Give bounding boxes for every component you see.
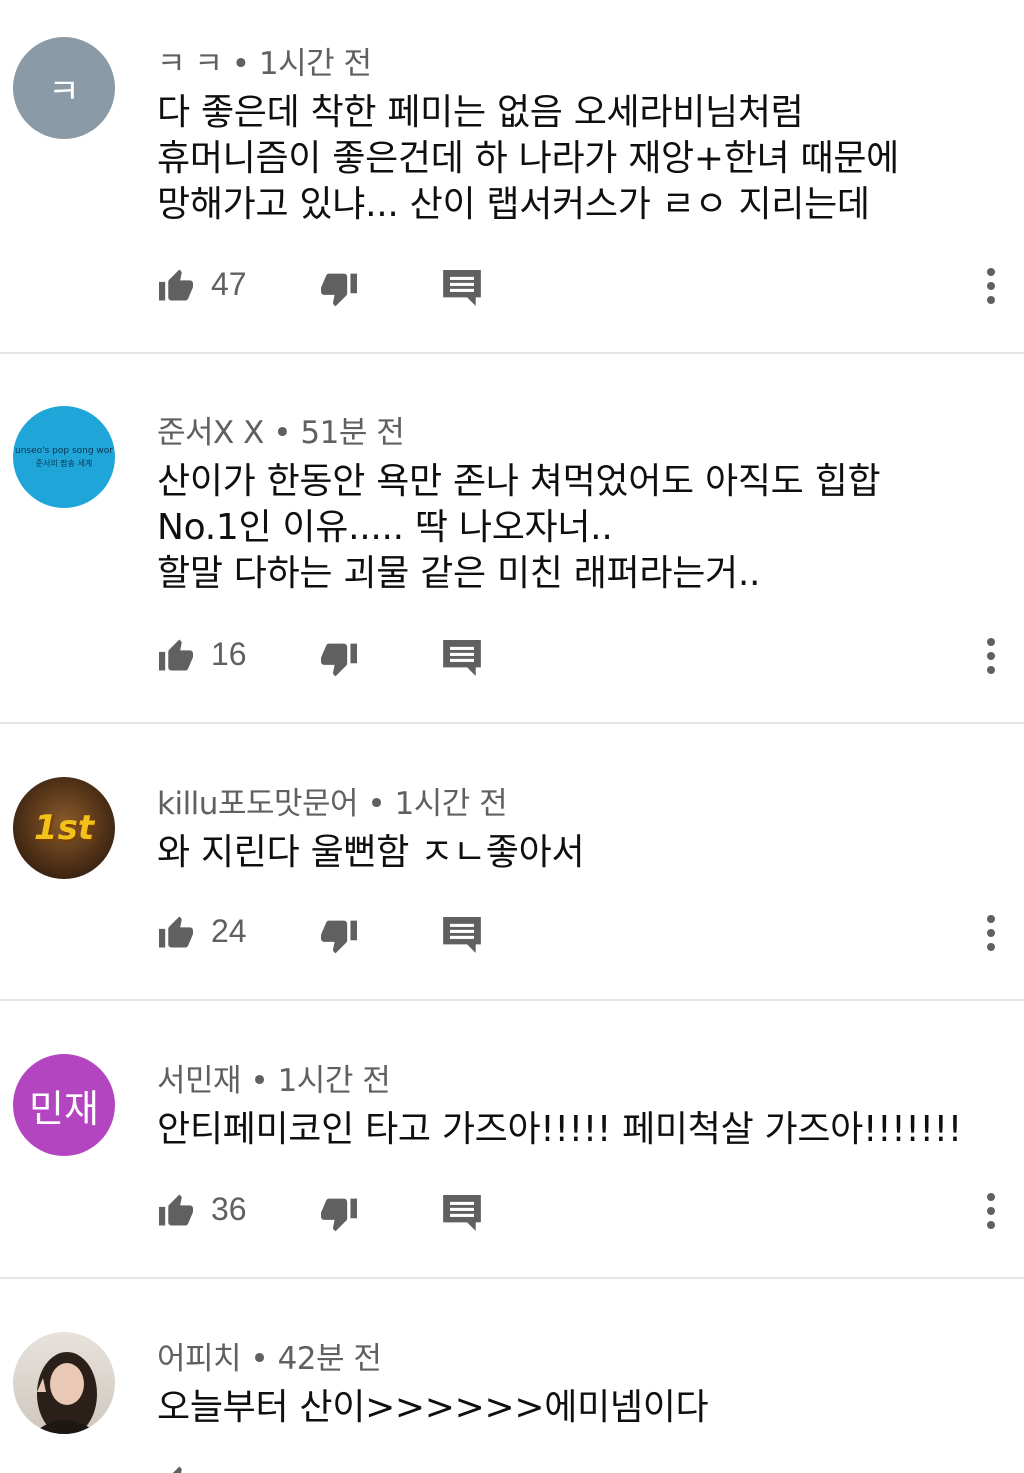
like-count: 47 [211,266,247,302]
profile-photo-icon [33,1352,99,1434]
comment-text: 산이가 한동안 욕만 존나 쳐먹었어도 아직도 힙합 No.1인 이유.....… [157,461,881,594]
comment-meta: 서민재 • 1시간 전 [157,1055,391,1100]
timestamp[interactable]: 42분 전 [278,1341,382,1377]
comment-text: 오늘부터 산이>>>>>>에미넴이다 [157,1387,709,1428]
comment-item: 어피치 • 42분 전 오늘부터 산이>>>>>>에미넴이다 [0,1279,1024,1473]
like-button[interactable]: 16 [157,636,247,673]
comment-actions: 36 [157,1191,996,1239]
comment-meta: 어피치 • 42분 전 [157,1333,382,1378]
reply-icon [443,640,481,676]
like-count: 36 [211,1191,247,1227]
comment-meta: 준서X X • 51분 전 [157,407,405,452]
thumbs-down-icon [319,919,359,955]
comment-item: ㅋ ㅋ ㅋ • 1시간 전 다 좋은데 착한 페미는 없음 오세라비님처럼 휴머… [0,0,1024,354]
author-name[interactable]: ㅋ ㅋ [157,46,223,82]
separator-dot: • [231,46,250,82]
separator-dot: • [367,786,386,822]
comment-text: 와 지린다 울뻔함 ㅈㄴ좋아서 [157,832,585,873]
comment-meta: killu포도맛문어 • 1시간 전 [157,778,508,823]
thumbs-down-icon [319,1197,359,1233]
timestamp[interactable]: 1시간 전 [259,46,372,82]
more-vert-icon [986,266,996,306]
more-vert-icon [986,636,996,676]
thumbs-up-icon [157,638,195,672]
avatar[interactable]: 민재 [13,1054,115,1156]
separator-dot: • [250,1341,269,1377]
avatar[interactable]: 1st [13,777,115,879]
like-button[interactable] [157,1465,195,1473]
comment-actions: 47 [157,266,996,314]
reply-icon [443,917,481,953]
thumbs-up-icon [157,915,195,949]
thumbs-up-icon [157,1193,195,1227]
comment-item: 민재 서민재 • 1시간 전 안티페미코인 타고 가즈아!!!!! 페미척살 가… [0,1001,1024,1279]
timestamp[interactable]: 51분 전 [300,415,404,451]
dislike-button[interactable] [319,919,359,955]
thumbs-down-icon [319,642,359,678]
reply-icon [443,270,481,306]
thumbs-up-icon [157,1465,195,1473]
thumbs-down-icon [319,272,359,308]
comment-item: unseo's pop song wor 준서의 팝송 세계 준서X X • 5… [0,354,1024,724]
reply-icon [443,1195,481,1231]
like-button[interactable]: 36 [157,1191,247,1228]
separator-dot: • [273,415,292,451]
reply-button[interactable] [443,270,481,306]
like-count: 16 [211,636,247,672]
timestamp[interactable]: 1시간 전 [278,1063,391,1099]
thumbs-up-icon [157,268,195,302]
comment-actions [157,1465,996,1473]
comment-actions: 16 [157,636,996,684]
more-vert-icon [986,1191,996,1231]
dislike-button[interactable] [319,1197,359,1233]
author-name[interactable]: 서민재 [157,1063,242,1099]
more-options-button[interactable] [986,266,996,306]
author-name[interactable]: 준서X X [157,415,264,451]
like-button[interactable]: 47 [157,266,247,303]
like-button[interactable]: 24 [157,913,247,950]
avatar[interactable]: unseo's pop song wor 준서의 팝송 세계 [13,406,115,508]
author-name[interactable]: 어피치 [157,1341,242,1377]
dislike-button[interactable] [319,642,359,678]
more-options-button[interactable] [986,1191,996,1231]
avatar-badge-text: 1st [33,808,95,848]
reply-button[interactable] [443,917,481,953]
more-options-button[interactable] [986,913,996,953]
avatar-initial: ㅋ [48,71,80,112]
comment-item: 1st killu포도맛문어 • 1시간 전 와 지린다 울뻔함 ㅈㄴ좋아서 2… [0,724,1024,1001]
dislike-button[interactable] [319,272,359,308]
reply-button[interactable] [443,1195,481,1231]
avatar[interactable] [13,1332,115,1434]
avatar-initial: 민재 [29,1086,99,1131]
comment-text: 안티페미코인 타고 가즈아!!!!! 페미척살 가즈아!!!!!!! [157,1109,962,1150]
more-options-button[interactable] [986,636,996,676]
separator-dot: • [250,1063,269,1099]
comment-text: 다 좋은데 착한 페미는 없음 오세라비님처럼 휴머니즘이 좋은건데 하 나라가… [157,92,899,225]
comment-meta: ㅋ ㅋ • 1시간 전 [157,38,372,83]
comment-actions: 24 [157,913,996,961]
more-vert-icon [986,913,996,953]
avatar[interactable]: ㅋ [13,37,115,139]
author-name[interactable]: killu포도맛문어 [157,786,359,822]
avatar-line-1: unseo's pop song wor [15,445,113,456]
reply-button[interactable] [443,640,481,676]
like-count: 24 [211,913,247,949]
avatar-line-2: 준서의 팝송 세계 [35,458,93,468]
timestamp[interactable]: 1시간 전 [395,786,508,822]
